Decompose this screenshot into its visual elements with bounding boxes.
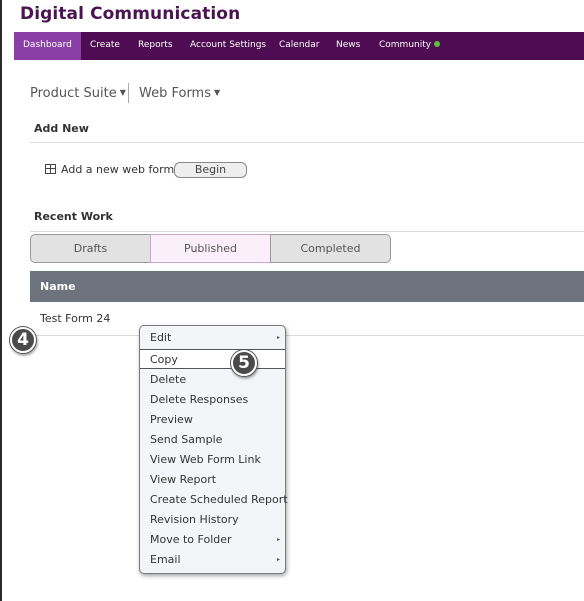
context-menu: Edit ▸ Copy Delete Delete Responses Prev… [139,325,288,574]
nav-reports[interactable]: Reports [129,32,182,60]
tab-published[interactable]: Published [150,234,271,263]
menu-item-email[interactable]: Email ▸ [140,550,285,570]
menu-item-move-to-folder[interactable]: Move to Folder ▸ [140,530,285,550]
online-status-dot [434,41,441,47]
web-forms-dropdown[interactable]: Web Forms ▼ [139,86,220,101]
add-web-form-label: Add a new web form [61,163,175,176]
window-left-border [0,0,2,601]
tab-drafts[interactable]: Drafts [30,234,151,263]
tab-completed[interactable]: Completed [270,234,391,263]
product-suite-label: Product Suite [30,86,117,101]
menu-item-label: Move to Folder [150,533,232,546]
submenu-arrow-icon: ▸ [276,536,280,543]
divider [30,142,584,143]
menu-item-delete[interactable]: Delete [140,370,285,390]
menu-item-label: Copy [150,353,178,366]
recent-work-heading: Recent Work [34,210,113,223]
menu-item-label: Email [150,553,181,566]
menu-item-view-report[interactable]: View Report [140,470,285,490]
breadcrumb-divider [128,83,129,103]
caret-down-icon: ▼ [214,88,221,97]
add-new-heading: Add New [34,122,89,135]
step-callout-4: 4 [10,327,36,353]
table-row[interactable]: Test Form 24 [30,302,584,336]
step-callout-5: 5 [231,350,257,376]
menu-item-view-web-form-link[interactable]: View Web Form Link [140,450,285,470]
menu-item-edit[interactable]: Edit ▸ [140,328,285,348]
menu-item-copy[interactable]: Copy [140,349,285,369]
menu-item-delete-responses[interactable]: Delete Responses [140,390,285,410]
table-header-name[interactable]: Name [30,271,584,302]
submenu-arrow-icon: ▸ [276,556,280,563]
main-navbar: Dashboard Create Reports Account Setting… [14,32,584,60]
nav-community[interactable]: Community [370,32,449,60]
menu-item-revision-history[interactable]: Revision History [140,510,285,530]
nav-dashboard[interactable]: Dashboard [14,32,81,60]
nav-calendar[interactable]: Calendar [270,32,328,60]
app-title: Digital Communication [20,4,241,24]
begin-button[interactable]: Begin [174,162,247,178]
menu-item-label: Edit [150,331,172,344]
nav-news[interactable]: News [327,32,369,60]
nav-community-label: Community [379,40,432,50]
table-icon [45,164,56,174]
recent-work-tabs: Drafts Published Completed [30,234,391,263]
web-forms-label: Web Forms [139,86,211,101]
caret-down-icon: ▼ [119,88,126,97]
menu-item-send-sample[interactable]: Send Sample [140,430,285,450]
nav-create[interactable]: Create [81,32,129,60]
submenu-arrow-icon: ▸ [276,334,280,341]
divider [30,231,584,232]
nav-account-settings[interactable]: Account Settings [181,32,275,60]
product-suite-dropdown[interactable]: Product Suite ▼ [30,86,126,101]
menu-item-preview[interactable]: Preview [140,410,285,430]
menu-item-create-scheduled-report[interactable]: Create Scheduled Report [140,490,288,510]
